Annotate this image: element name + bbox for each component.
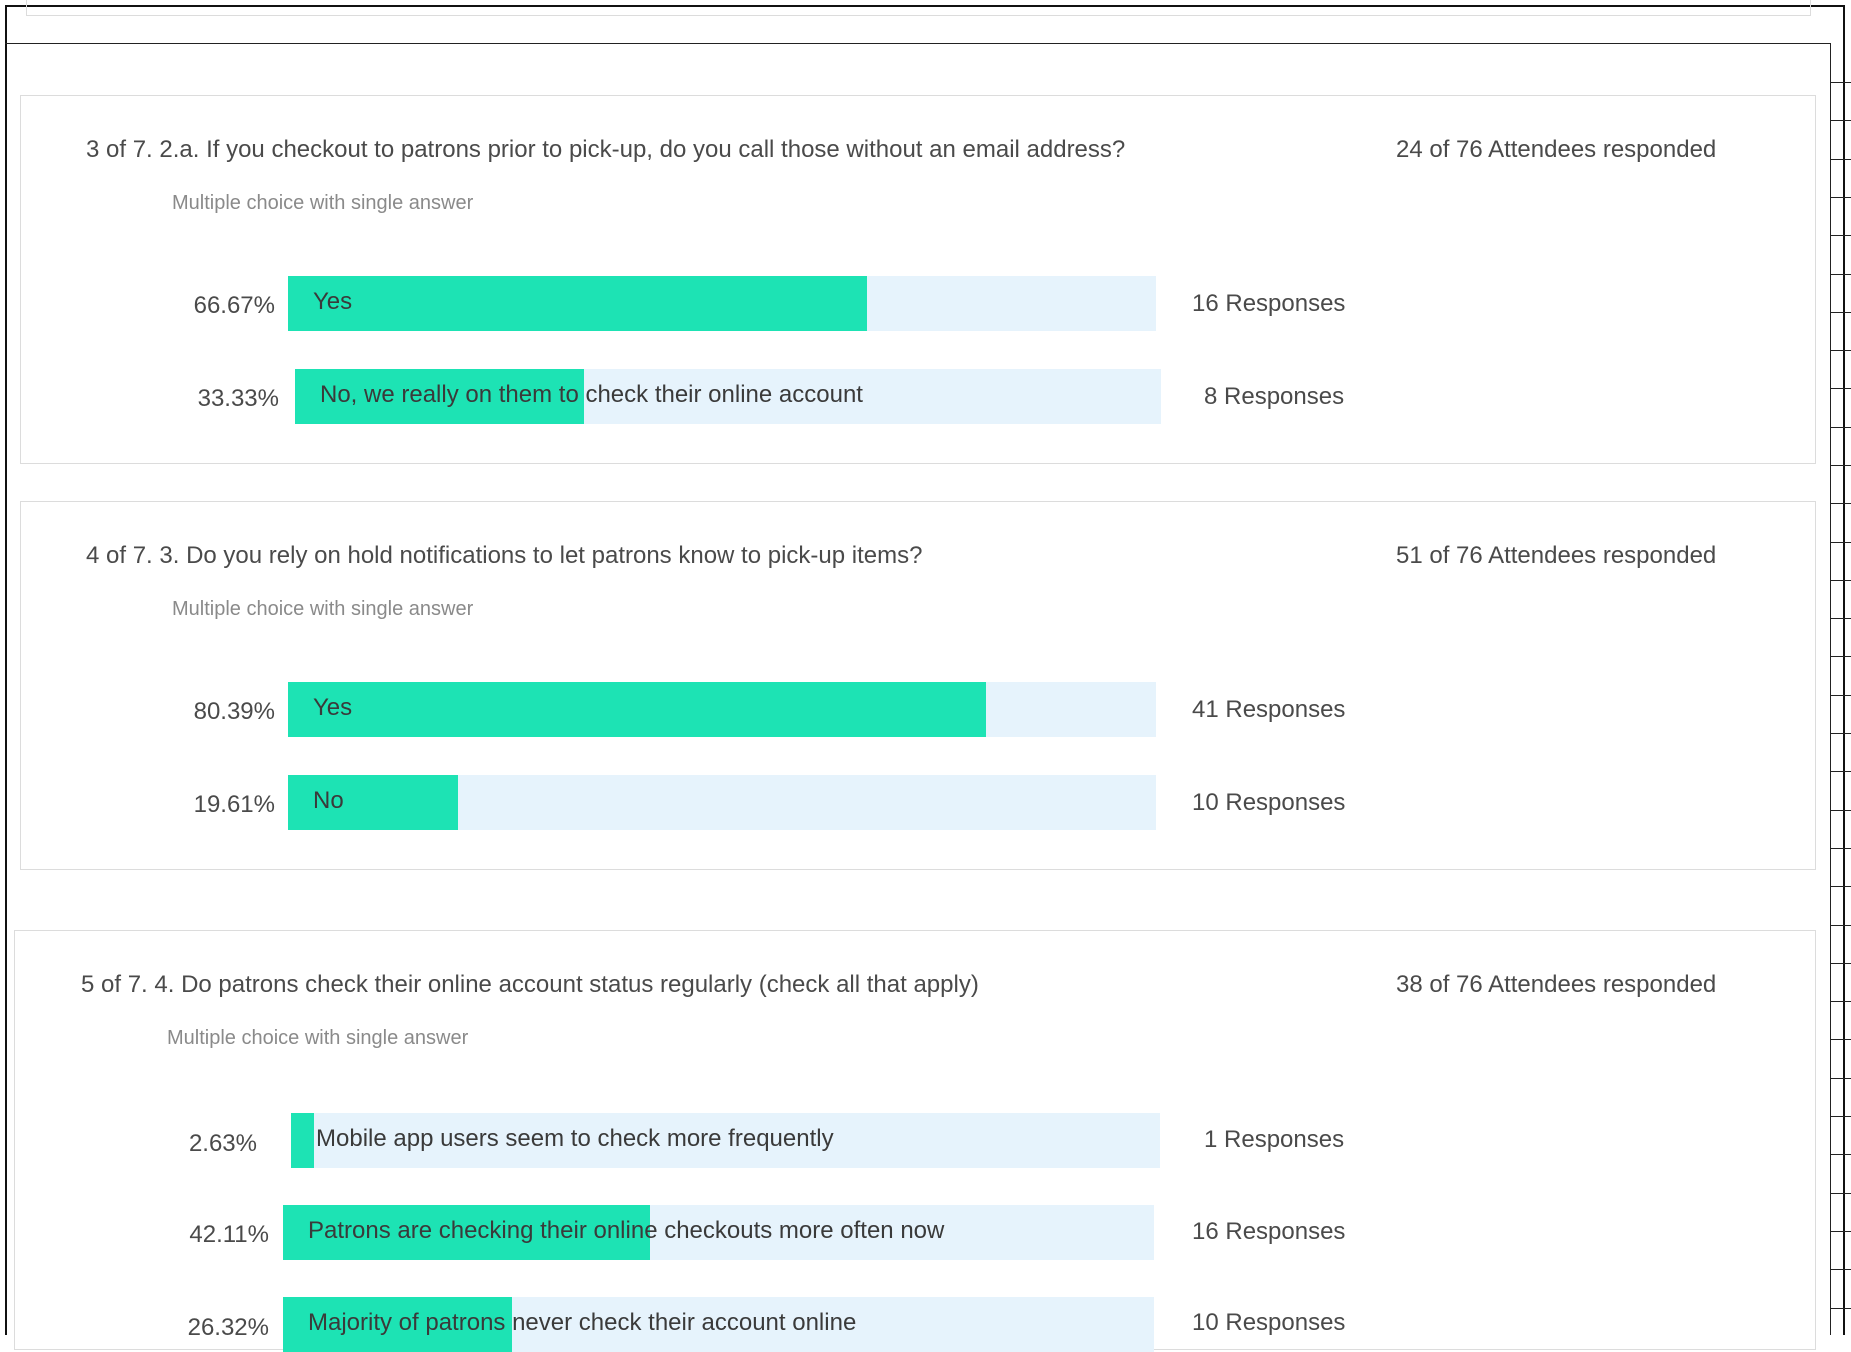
ruler-tick — [1830, 695, 1851, 696]
option-bar: Mobile app users seem to check more freq… — [291, 1113, 1160, 1168]
ruler-tick — [1830, 1078, 1851, 1079]
ruler-tick — [1830, 771, 1851, 772]
ruler-tick — [1830, 886, 1851, 887]
ruler-tick — [1830, 159, 1851, 160]
ruler-tick — [1830, 656, 1851, 657]
ruler-tick — [1830, 197, 1851, 198]
ruler-tick — [1830, 1269, 1851, 1270]
question-card-5: 5 of 7. 4. Do patrons check their online… — [14, 930, 1816, 1352]
option-label: Yes — [313, 288, 353, 315]
option-bar-fill — [288, 276, 867, 331]
question-title: 4 of 7. 3. Do you rely on hold notificat… — [86, 542, 923, 569]
ruler-tick — [1830, 1231, 1851, 1232]
attendees-responded: 38 of 76 Attendees responded — [1396, 971, 1717, 998]
ruler-tick — [1830, 848, 1851, 849]
ruler-tick — [1830, 1193, 1851, 1194]
question-card-3: 3 of 7. 2.a. If you checkout to patrons … — [20, 95, 1816, 464]
ruler-tick — [1830, 235, 1851, 236]
ruler-tick — [1830, 82, 1851, 83]
option-label: Patrons are checking their online checko… — [308, 1217, 945, 1244]
option-bar-fill — [291, 1113, 314, 1168]
option-bar: Patrons are checking their online checko… — [283, 1205, 1154, 1260]
option-responses: 41 Responses — [1192, 696, 1346, 723]
option-percent: 2.63% — [188, 1130, 257, 1157]
option-percent: 19.61% — [193, 791, 275, 818]
ruler-tick — [1830, 120, 1851, 121]
previous-card-bottom — [26, 0, 1811, 16]
option-responses: 16 Responses — [1192, 1218, 1346, 1245]
option-label: Mobile app users seem to check more freq… — [316, 1125, 834, 1152]
option-percent: 26.32% — [187, 1314, 269, 1341]
question-title: 5 of 7. 4. Do patrons check their online… — [81, 971, 979, 998]
question-type: Multiple choice with single answer — [167, 1027, 469, 1049]
option-bar-fill — [288, 682, 986, 737]
ruler-tick — [1830, 810, 1851, 811]
option-percent: 33.33% — [197, 385, 279, 412]
ruler-tick — [1830, 580, 1851, 581]
ruler-tick — [1830, 312, 1851, 313]
option-responses: 8 Responses — [1204, 383, 1345, 410]
option-label: Yes — [313, 694, 353, 721]
option-bar: Yes — [288, 682, 1156, 737]
option-responses: 16 Responses — [1192, 290, 1346, 317]
ruler-tick — [1830, 1001, 1851, 1002]
question-card-4: 4 of 7. 3. Do you rely on hold notificat… — [20, 501, 1816, 870]
ruler-tick — [1830, 274, 1851, 275]
ruler-tick — [1830, 388, 1851, 389]
ruler-tick — [1830, 1154, 1851, 1155]
header-divider — [5, 43, 1830, 44]
ruler-tick — [1830, 733, 1851, 734]
ruler-tick — [1830, 1116, 1851, 1117]
ruler-tick — [1830, 503, 1851, 504]
ruler-tick — [1830, 618, 1851, 619]
ruler-tick — [1830, 542, 1851, 543]
question-type: Multiple choice with single answer — [172, 598, 474, 620]
option-percent: 66.67% — [193, 292, 275, 319]
option-responses: 10 Responses — [1192, 1309, 1346, 1336]
ruler-tick — [1830, 1308, 1851, 1309]
option-bar: No — [288, 775, 1156, 830]
option-bar: Yes — [288, 276, 1156, 331]
question-type: Multiple choice with single answer — [172, 192, 474, 214]
option-responses: 1 Responses — [1204, 1126, 1345, 1153]
question-title: 3 of 7. 2.a. If you checkout to patrons … — [86, 136, 1126, 163]
option-label: Majority of patrons never check their ac… — [308, 1309, 857, 1336]
ruler-tick — [1830, 963, 1851, 964]
option-bar: Majority of patrons never check their ac… — [283, 1297, 1154, 1352]
option-responses: 10 Responses — [1192, 789, 1346, 816]
option-bar: No, we really on them to check their onl… — [295, 369, 1161, 424]
ruler-tick — [1830, 465, 1851, 466]
ruler-tick — [1830, 427, 1851, 428]
option-percent: 42.11% — [189, 1221, 269, 1248]
ruler-tick — [1830, 925, 1851, 926]
ruler-tick — [1830, 1039, 1851, 1040]
option-percent: 80.39% — [193, 698, 275, 725]
scroll-ruler — [1830, 43, 1831, 1335]
attendees-responded: 24 of 76 Attendees responded — [1396, 136, 1717, 163]
ruler-tick — [1830, 350, 1851, 351]
option-label: No — [313, 787, 344, 814]
option-label: No, we really on them to check their onl… — [320, 381, 863, 408]
attendees-responded: 51 of 76 Attendees responded — [1396, 542, 1717, 569]
